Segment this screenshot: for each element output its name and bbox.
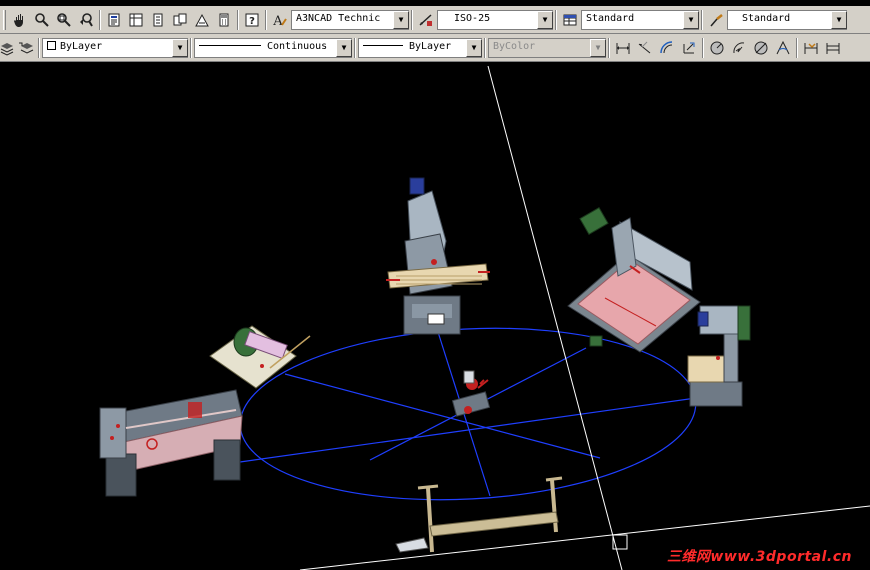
zoom-window-icon[interactable] [53, 9, 75, 31]
plot-style-value: ByColor [489, 38, 590, 57]
linetype-value: Continuous [195, 39, 336, 57]
ellipse-diagonal-a [284, 373, 601, 459]
chevron-down-icon[interactable]: ▼ [683, 10, 699, 29]
standard-toolbar: ? A A3NCAD Technic ▼ ISO-25 ▼ Standard ▼… [0, 6, 870, 34]
text-style-combo[interactable]: A3NCAD Technic ▼ [291, 9, 409, 30]
color-value: ByLayer [43, 39, 172, 57]
dim-style-value: ISO-25 [454, 12, 491, 24]
radius-dim-icon[interactable] [706, 37, 728, 59]
drill-press-model [687, 305, 751, 407]
cnc-router-model [567, 207, 701, 353]
watermark: 三维网www.3dportal.cn [666, 549, 852, 565]
toolbar-separator [99, 9, 101, 30]
text-style-icon[interactable]: A [269, 9, 291, 31]
pan-icon[interactable] [9, 9, 31, 31]
chevron-down-icon[interactable]: ▼ [537, 10, 553, 29]
color-label: ByLayer [60, 40, 103, 52]
crosshair-cursor [299, 66, 870, 570]
toolbar-separator [354, 37, 356, 58]
toolbar-separator [411, 9, 413, 30]
zoom-previous-icon[interactable] [75, 9, 97, 31]
lathe-model [99, 389, 243, 497]
linetype-combo[interactable]: Continuous ▼ [194, 37, 352, 58]
color-combo[interactable]: ByLayer ▼ [42, 37, 188, 58]
chevron-down-icon[interactable]: ▼ [466, 38, 482, 57]
color-swatch [47, 40, 56, 50]
chevron-down-icon[interactable]: ▼ [172, 38, 188, 57]
chevron-down-icon[interactable]: ▼ [393, 10, 409, 29]
table-style-icon[interactable] [559, 9, 581, 31]
toolbar-separator [608, 37, 610, 58]
diameter-dim-icon[interactable] [750, 37, 772, 59]
toolbar-separator [555, 9, 557, 30]
lineweight-sample [363, 44, 403, 46]
quickcalc-icon[interactable] [213, 9, 235, 31]
jogged-dim-icon[interactable] [728, 37, 750, 59]
toolbar-separator [265, 9, 267, 30]
design-center-icon[interactable] [125, 9, 147, 31]
svg-text:A: A [272, 14, 283, 28]
ordinate-dim-icon[interactable] [678, 37, 700, 59]
svg-text:?: ? [249, 16, 255, 27]
zoom-realtime-icon[interactable] [31, 9, 53, 31]
toolbar-separator [702, 37, 704, 58]
toolbar-separator [701, 9, 703, 30]
quick-dim-icon[interactable] [800, 37, 822, 59]
properties-toolbar: ByLayer ▼ Continuous ▼ ByLayer ▼ ByColor… [0, 34, 870, 62]
arc-length-dim-icon[interactable] [656, 37, 678, 59]
multileader-style-value: Standard [742, 12, 791, 24]
toolbar-separator [484, 37, 486, 58]
multileader-style-icon[interactable] [705, 9, 727, 31]
frame-fixture-model [395, 476, 563, 553]
winding-machine-model [209, 325, 311, 389]
chevron-down-icon[interactable]: ▼ [336, 38, 352, 57]
aligned-dim-icon[interactable] [634, 37, 656, 59]
toolbar-separator [38, 37, 40, 58]
help-icon[interactable]: ? [241, 9, 263, 31]
chevron-down-icon[interactable]: ▼ [831, 10, 847, 29]
model-space-canvas[interactable] [0, 66, 870, 570]
toolbar-separator [796, 37, 798, 58]
table-style-combo[interactable]: Standard ▼ [581, 9, 699, 30]
milling-machine-model [386, 177, 490, 335]
toolbar-grip[interactable] [3, 9, 6, 30]
linear-dim-icon[interactable] [612, 37, 634, 59]
multileader-style-combo[interactable]: Standard ▼ [727, 9, 847, 30]
lineweight-value: ByLayer [359, 39, 466, 57]
layer-previous-icon[interactable] [16, 37, 36, 59]
lineweight-combo[interactable]: ByLayer ▼ [358, 37, 482, 58]
chevron-down-icon: ▼ [590, 38, 606, 57]
toolbar-separator [237, 9, 239, 30]
pickbox [612, 534, 628, 550]
plot-style-combo: ByColor ▼ [488, 37, 606, 58]
lineweight-label: ByLayer [409, 40, 452, 52]
tool-palettes-icon[interactable] [147, 9, 169, 31]
properties-icon[interactable] [103, 9, 125, 31]
sheet-set-icon[interactable] [169, 9, 191, 31]
toolbar-separator [190, 37, 192, 58]
linetype-sample [199, 44, 261, 46]
markup-icon[interactable] [191, 9, 213, 31]
dim-style-combo[interactable]: ISO-25 ▼ [437, 9, 553, 30]
linetype-label: Continuous [267, 40, 328, 52]
table-style-value: Standard [586, 12, 635, 24]
angular-dim-icon[interactable] [772, 37, 794, 59]
layer-states-icon[interactable] [0, 37, 16, 59]
text-style-value: A3NCAD Technic [296, 12, 381, 24]
dim-style-icon[interactable] [415, 9, 437, 31]
baseline-dim-icon[interactable] [822, 37, 844, 59]
